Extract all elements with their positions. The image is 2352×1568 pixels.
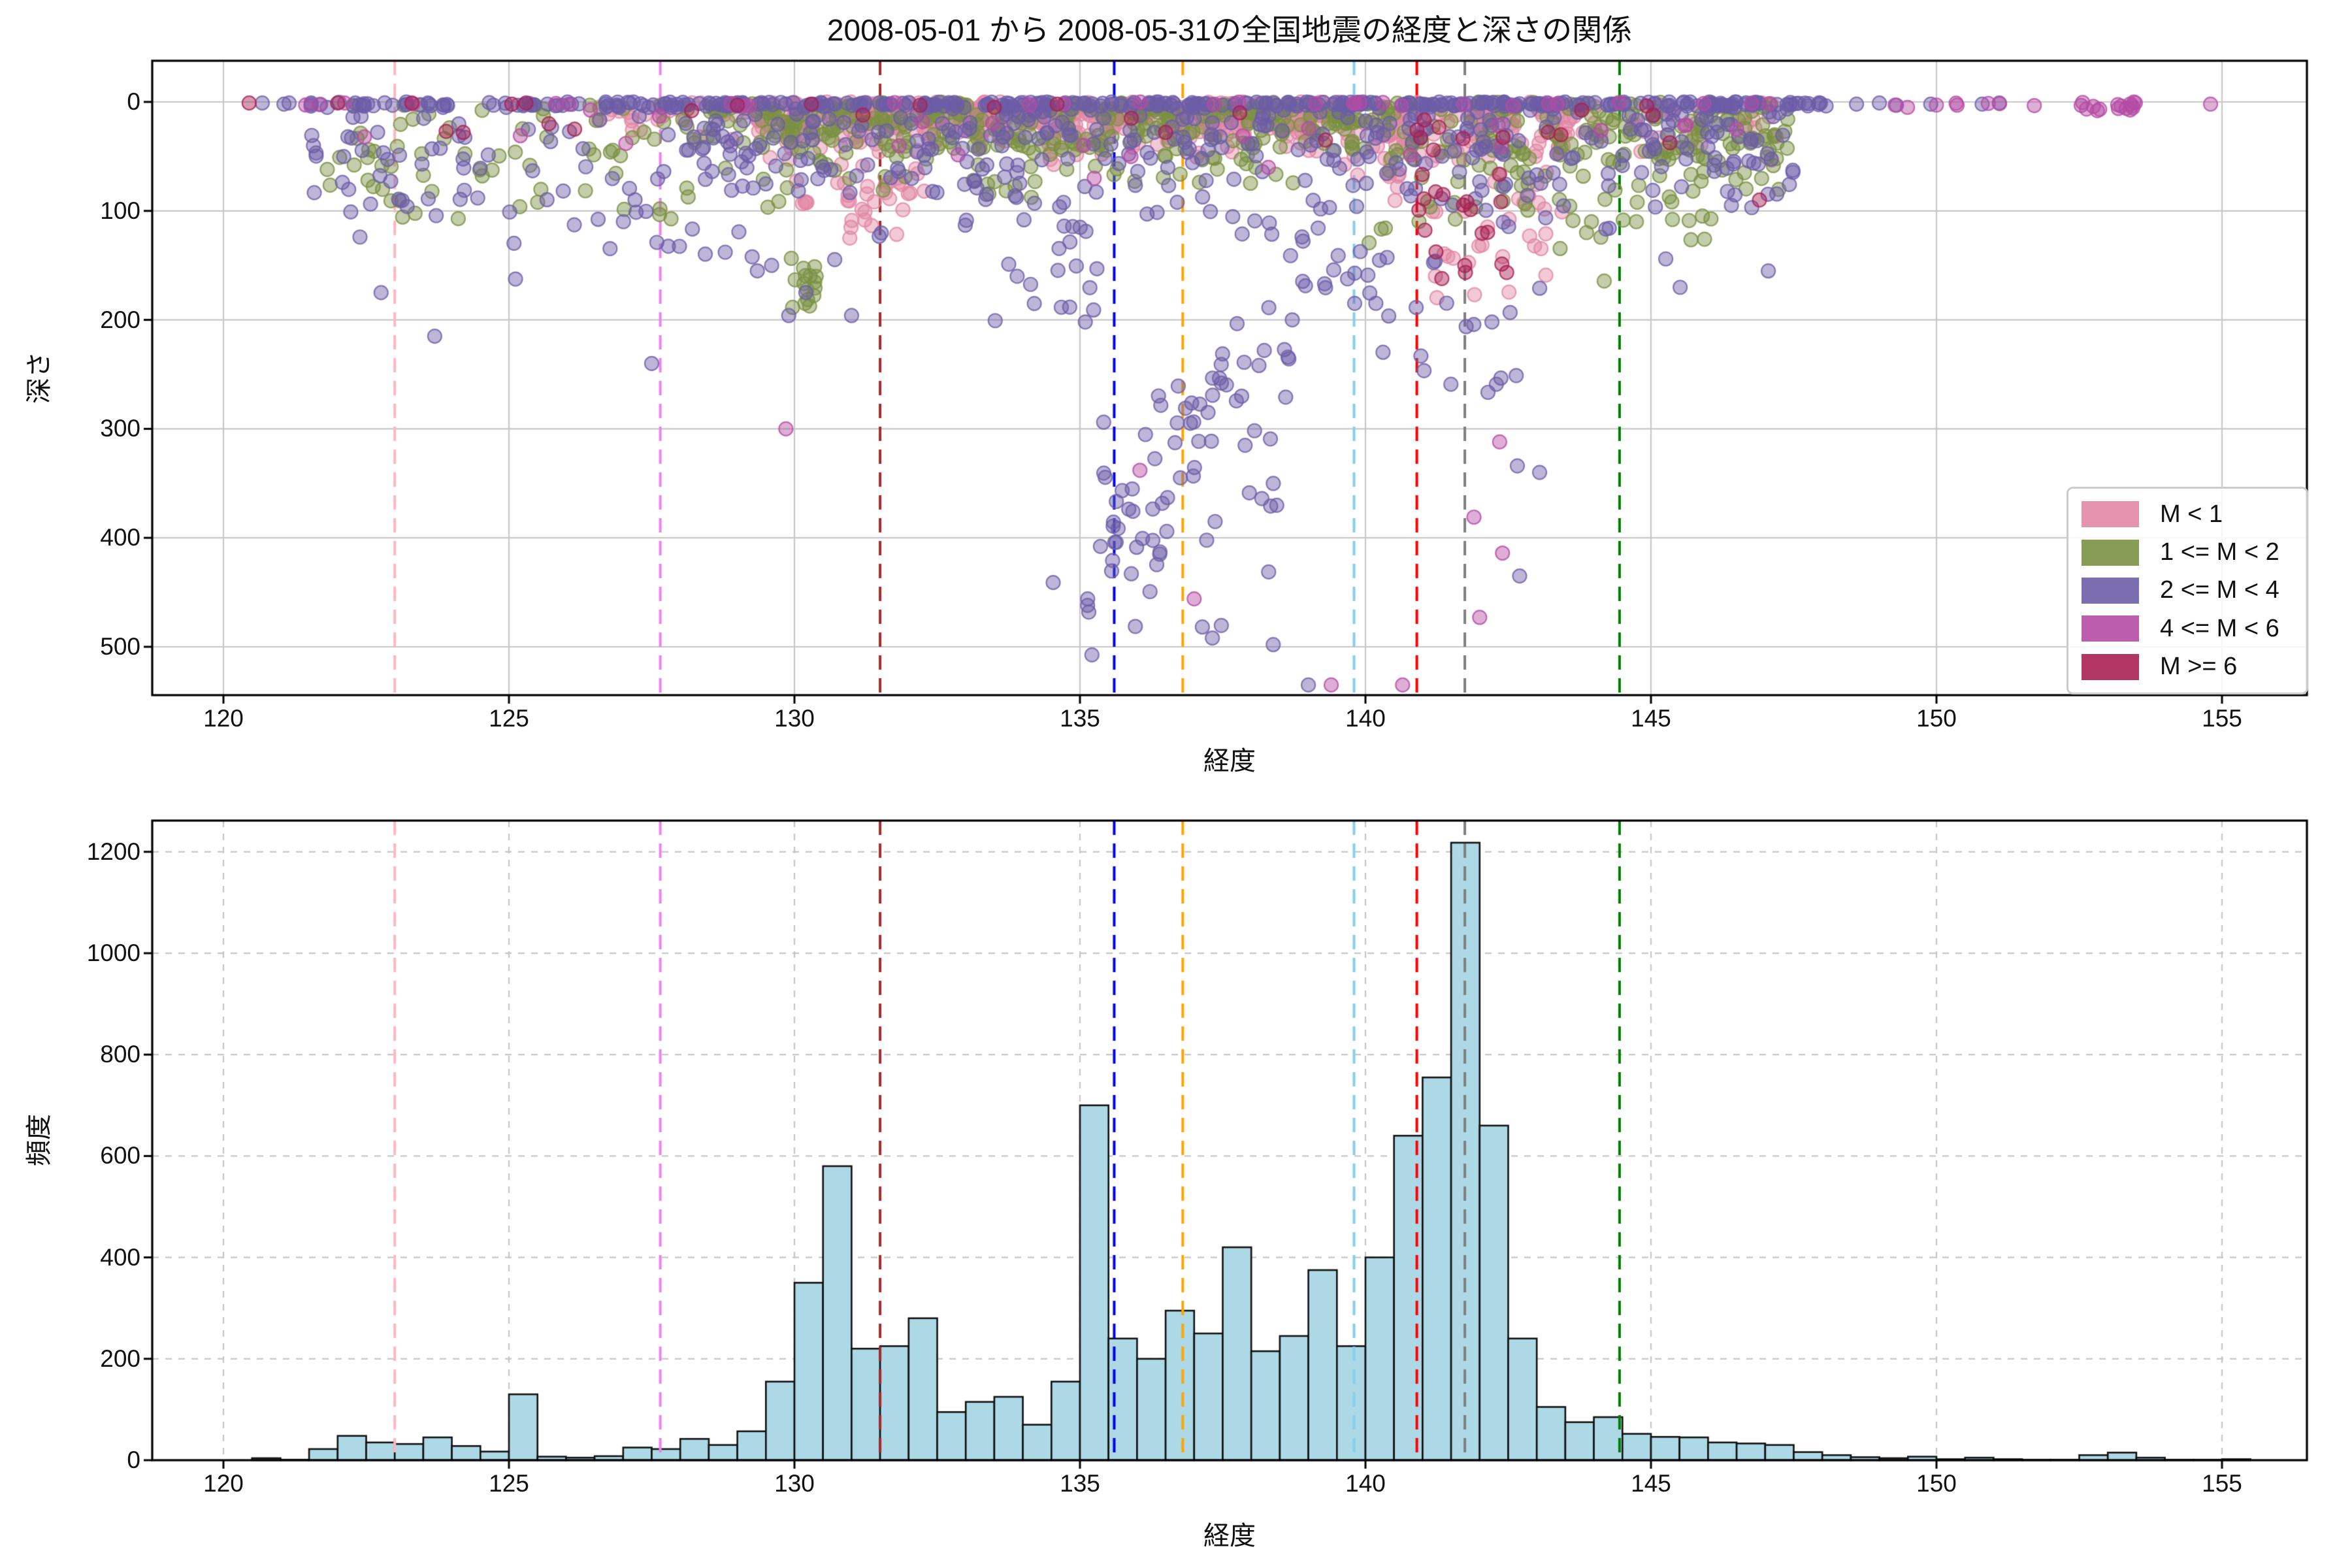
top-x-tick-label: 130 — [774, 705, 815, 732]
legend-label: M < 1 — [2160, 500, 2223, 528]
legend-label: M >= 6 — [2160, 653, 2238, 681]
top-y-tick-label: 100 — [100, 197, 140, 224]
bottom-x-tick-label: 130 — [774, 1470, 815, 1497]
bottom-y-tick-label: 800 — [100, 1041, 140, 1068]
bottom-y-tick-label: 600 — [100, 1142, 140, 1169]
top-y-axis-label: 深さ — [25, 351, 54, 404]
bottom-x-tick-label: 140 — [1345, 1470, 1386, 1497]
top-x-tick-label: 135 — [1060, 705, 1100, 732]
bottom-x-tick-label: 120 — [203, 1470, 244, 1497]
legend-swatch — [2082, 615, 2139, 642]
plot-canvas — [0, 0, 2352, 1568]
top-x-tick-label: 125 — [489, 705, 529, 732]
bottom-y-tick-label: 200 — [100, 1345, 140, 1372]
bottom-y-tick-label: 400 — [100, 1243, 140, 1271]
top-y-tick-label: 0 — [127, 88, 140, 115]
top-x-tick-label: 150 — [1916, 705, 1957, 732]
bottom-x-axis-label: 経度 — [1203, 1522, 1256, 1550]
legend-entry: 2 <= M < 4 — [2082, 576, 2293, 604]
top-y-tick-label: 500 — [100, 633, 140, 660]
legend-swatch — [2082, 653, 2139, 680]
legend-entry: M >= 6 — [2082, 653, 2293, 681]
top-x-tick-label: 155 — [2202, 705, 2242, 732]
legend-label: 4 <= M < 6 — [2160, 614, 2279, 642]
top-x-axis-label: 経度 — [1203, 747, 1256, 776]
bottom-x-tick-label: 150 — [1916, 1470, 1957, 1497]
top-x-tick-label: 120 — [203, 705, 244, 732]
legend-swatch — [2082, 577, 2139, 604]
top-y-tick-label: 400 — [100, 524, 140, 551]
bottom-y-tick-label: 1200 — [86, 838, 140, 865]
bottom-y-tick-label: 1000 — [86, 939, 140, 966]
legend-swatch — [2082, 501, 2139, 528]
bottom-x-tick-label: 135 — [1060, 1470, 1100, 1497]
top-y-tick-label: 300 — [100, 415, 140, 442]
bottom-y-axis-label: 頻度 — [25, 1114, 54, 1166]
chart-title: 2008-05-01 から 2008-05-31の全国地震の経度と深さの関係 — [826, 13, 1633, 47]
legend-label: 2 <= M < 4 — [2160, 576, 2279, 604]
top-x-tick-label: 145 — [1631, 705, 1671, 732]
legend-entry: M < 1 — [2082, 500, 2293, 529]
bottom-x-tick-label: 155 — [2202, 1470, 2242, 1497]
bottom-y-tick-label: 0 — [127, 1446, 140, 1473]
legend-entry: 1 <= M < 2 — [2082, 538, 2293, 566]
bottom-x-tick-label: 145 — [1631, 1470, 1671, 1497]
legend: M < 1 1 <= M < 2 2 <= M < 4 4 <= M < 6 M >= … — [2066, 487, 2308, 694]
top-y-tick-label: 200 — [100, 306, 140, 333]
legend-swatch — [2082, 539, 2139, 566]
bottom-x-tick-label: 125 — [489, 1470, 529, 1497]
legend-entry: 4 <= M < 6 — [2082, 615, 2293, 643]
top-x-tick-label: 140 — [1345, 705, 1386, 732]
figure: 2008-05-01 から 2008-05-31の全国地震の経度と深さの関係 経… — [0, 0, 2352, 1568]
legend-label: 1 <= M < 2 — [2160, 538, 2279, 566]
